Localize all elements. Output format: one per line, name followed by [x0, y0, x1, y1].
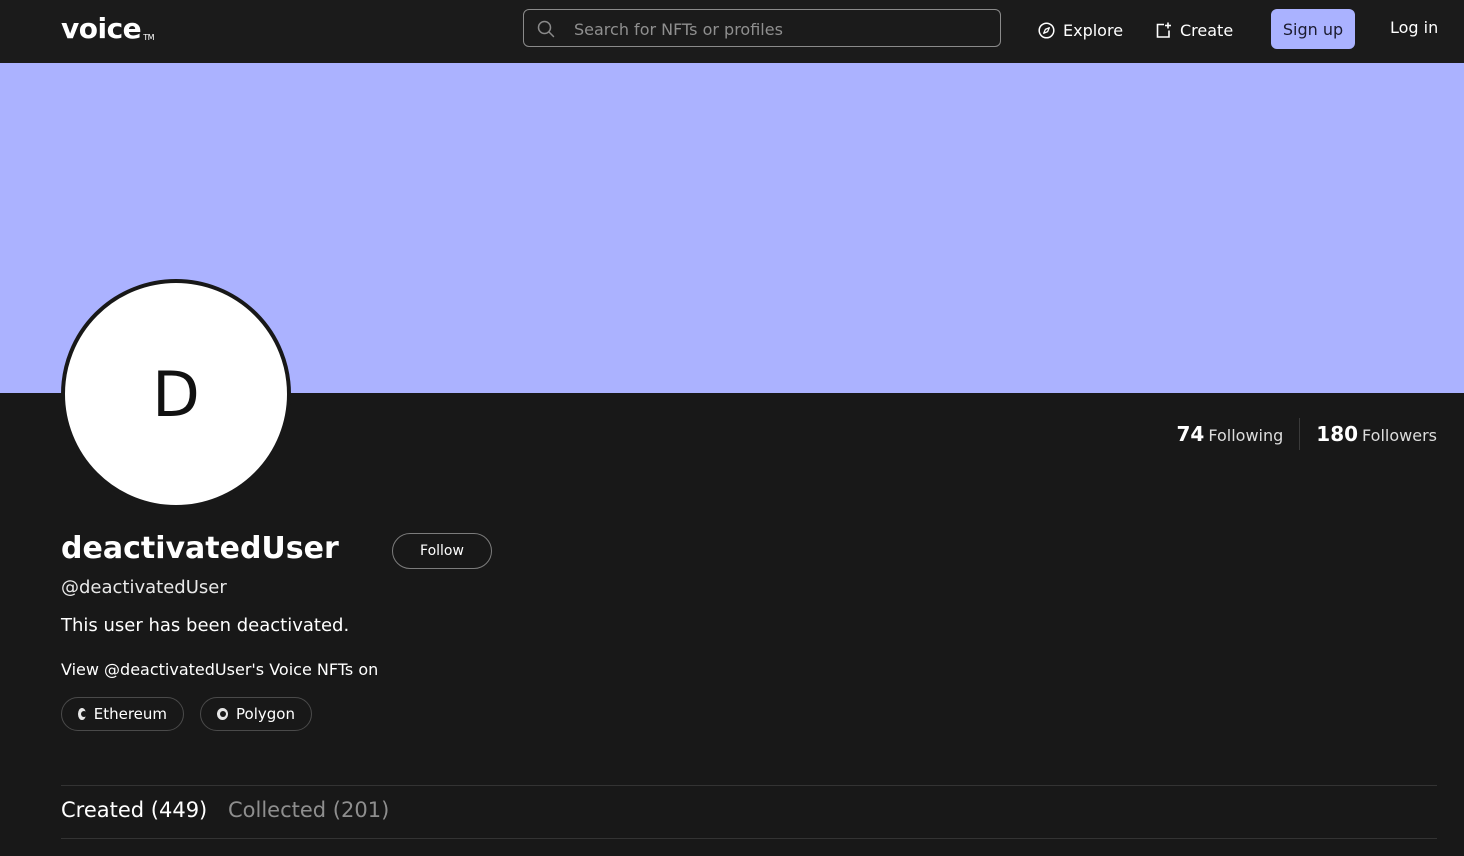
logo-text: voice [61, 12, 142, 45]
follow-button[interactable]: Follow [392, 533, 492, 569]
compass-icon [1038, 21, 1055, 39]
stats-divider [1299, 418, 1301, 450]
explore-link[interactable]: Explore [1038, 18, 1123, 42]
voice-logo[interactable]: voice TM [61, 12, 154, 55]
tab-created[interactable]: Created (449) [61, 798, 207, 822]
follow-stats: 74 Following 180 Followers [1177, 418, 1437, 450]
ethereum-icon [78, 708, 87, 720]
polygon-chain-button[interactable]: Polygon [200, 697, 312, 731]
signup-button[interactable]: Sign up [1271, 9, 1355, 49]
polygon-label: Polygon [236, 705, 295, 723]
user-handle: @deactivatedUser [61, 577, 227, 598]
following-stat[interactable]: 74 Following [1177, 422, 1284, 446]
following-label: Following [1208, 426, 1284, 445]
avatar: D [61, 279, 291, 509]
login-button[interactable]: Log in [1390, 18, 1438, 37]
ethereum-label: Ethereum [93, 705, 167, 723]
create-link[interactable]: Create [1155, 18, 1233, 42]
avatar-initial: D [152, 357, 200, 431]
top-nav: voiceTM Explore Create Sign up Log in [0, 0, 1464, 63]
explore-label: Explore [1063, 20, 1124, 40]
followers-count: 180 [1316, 422, 1359, 446]
create-label: Create [1180, 20, 1234, 40]
followers-stat[interactable]: 180 Followers [1316, 422, 1437, 446]
user-bio: This user has been deactivated. [61, 615, 350, 636]
search-bar[interactable] [523, 9, 1001, 48]
search-input[interactable] [572, 10, 986, 48]
logo-trademark: TM [143, 33, 154, 42]
followers-label: Followers [1362, 426, 1437, 445]
tabs-divider-bottom [61, 838, 1437, 839]
ethereum-chain-button[interactable]: Ethereum [61, 697, 184, 731]
following-count: 74 [1176, 422, 1205, 446]
polygon-icon [217, 708, 229, 720]
create-icon [1156, 22, 1171, 38]
display-name: deactivatedUser [61, 531, 339, 566]
tabs-divider-top [61, 785, 1437, 786]
tab-collected[interactable]: Collected (201) [228, 798, 389, 822]
view-nfts-label: View @deactivatedUser's Voice NFTs on [61, 660, 379, 679]
search-icon [537, 20, 555, 38]
